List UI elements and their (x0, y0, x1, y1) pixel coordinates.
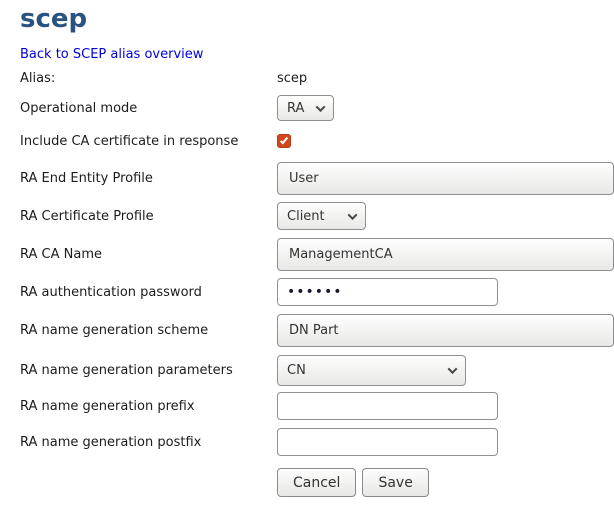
operational-mode-label: Operational mode (20, 101, 277, 116)
chevron-down-icon (316, 102, 326, 112)
cancel-button[interactable]: Cancel (277, 468, 356, 497)
page-title: scep (20, 4, 614, 34)
ra-name-gen-postfix-input[interactable] (277, 428, 498, 456)
ra-end-entity-profile-select[interactable]: User (277, 162, 614, 195)
include-ca-cert-row: Include CA certificate in response (20, 133, 614, 149)
ra-ca-name-value: ManagementCA (289, 247, 393, 262)
ra-end-entity-profile-row: RA End Entity Profile User (20, 162, 614, 195)
ra-auth-password-row: RA authentication password •••••• (20, 278, 614, 306)
ra-name-gen-scheme-select[interactable]: DN Part (277, 314, 614, 347)
ra-auth-password-masked-value: •••••• (287, 284, 343, 300)
ra-name-gen-params-row: RA name generation parameters CN (20, 355, 614, 386)
ra-ca-name-label: RA CA Name (20, 247, 277, 262)
ra-certificate-profile-select[interactable]: Client (277, 202, 366, 230)
ra-name-gen-params-label: RA name generation parameters (20, 363, 277, 378)
ra-name-gen-params-select[interactable]: CN (277, 355, 466, 386)
ra-name-gen-scheme-label: RA name generation scheme (20, 323, 277, 338)
alias-row: Alias: scep (20, 69, 614, 87)
ra-name-gen-prefix-label: RA name generation prefix (20, 399, 277, 414)
scep-config-page: scep Back to SCEP alias overview Alias: … (0, 0, 614, 497)
include-ca-cert-label: Include CA certificate in response (20, 134, 277, 149)
include-ca-cert-checkbox[interactable] (277, 134, 291, 148)
ra-certificate-profile-row: RA Certificate Profile Client (20, 202, 614, 230)
ra-end-entity-profile-label: RA End Entity Profile (20, 171, 277, 186)
ra-ca-name-row: RA CA Name ManagementCA (20, 238, 614, 271)
ra-name-gen-params-value: CN (287, 363, 306, 378)
ra-certificate-profile-value: Client (287, 209, 325, 224)
ra-ca-name-select[interactable]: ManagementCA (277, 238, 614, 271)
check-icon (280, 136, 288, 145)
back-to-scep-overview-link[interactable]: Back to SCEP alias overview (20, 47, 203, 63)
ra-auth-password-input[interactable]: •••••• (277, 278, 498, 306)
ra-certificate-profile-label: RA Certificate Profile (20, 209, 277, 224)
ra-name-gen-scheme-row: RA name generation scheme DN Part (20, 314, 614, 347)
operational-mode-select[interactable]: RA (277, 95, 334, 121)
save-button[interactable]: Save (362, 468, 428, 497)
ra-end-entity-profile-value: User (289, 171, 319, 186)
ra-name-gen-prefix-row: RA name generation prefix (20, 392, 614, 420)
operational-mode-row: Operational mode RA (20, 95, 614, 121)
ra-name-gen-prefix-input[interactable] (277, 392, 498, 420)
chevron-down-icon (348, 210, 358, 220)
operational-mode-value: RA (287, 101, 304, 116)
ra-name-gen-scheme-value: DN Part (289, 323, 339, 338)
alias-label: Alias: (20, 71, 277, 86)
ra-name-gen-postfix-label: RA name generation postfix (20, 435, 277, 450)
ra-auth-password-label: RA authentication password (20, 285, 277, 300)
form-actions: Cancel Save (277, 468, 614, 497)
ra-name-gen-postfix-row: RA name generation postfix (20, 428, 614, 456)
chevron-down-icon (448, 364, 458, 374)
alias-value: scep (277, 71, 307, 86)
